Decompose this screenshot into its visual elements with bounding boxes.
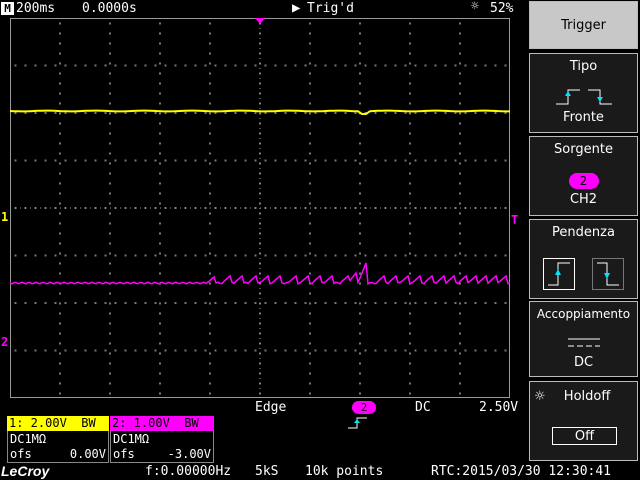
ch2-settings-box[interactable]: 2: 1.00V BW DC1MΩ ofs -3.00V xyxy=(110,416,214,463)
ch1-coupling: DC1MΩ xyxy=(10,432,47,446)
play-icon[interactable]: ▶ xyxy=(292,0,300,17)
ch2-header: 2: 1.00V BW xyxy=(110,416,214,431)
trigger-position-marker[interactable] xyxy=(255,18,265,24)
sorgente-badge: 2 xyxy=(568,173,599,189)
menu-title-trigger[interactable]: Trigger xyxy=(529,1,638,49)
ch1-ofs-label: ofs xyxy=(10,447,32,461)
knob-icon: ☼ xyxy=(534,389,546,404)
trigger-type: Edge xyxy=(255,400,287,415)
trigger-info-row: Edge DC 2.50V xyxy=(0,400,528,429)
menu-accoppiamento-button[interactable]: Accoppiamento DC xyxy=(529,301,638,377)
trigger-menu: Trigger Tipo Fronte Sorgente 2 CH2 Pende… xyxy=(528,0,640,463)
ch2-ofs-value: -3.00V xyxy=(167,447,211,461)
ch2-ofs-label: ofs xyxy=(113,447,135,461)
accoppiamento-label: Accoppiamento xyxy=(536,307,631,321)
ch1-settings-box[interactable]: 1: 2.00V BW DC1MΩ ofs 0.00V xyxy=(7,416,109,463)
sorgente-label: Sorgente xyxy=(554,142,613,157)
dc-coupling-icon xyxy=(530,337,637,353)
timebase-readout[interactable]: 200ms xyxy=(16,0,55,17)
holdoff-label: Holdoff xyxy=(563,389,611,404)
oscilloscope-screen: M 200ms 0.0000s ▶ Trig'd ☼ 52% 1 2 T Edg… xyxy=(0,0,640,480)
holdoff-value: Off xyxy=(552,427,617,445)
waveform-display[interactable] xyxy=(10,18,510,398)
delay-readout[interactable]: 0.0000s xyxy=(82,0,137,17)
sorgente-value: CH2 xyxy=(569,192,598,207)
battery-level: 52% xyxy=(490,1,514,16)
trigger-level-marker[interactable]: T xyxy=(511,213,518,227)
ch1-ofs-value: 0.00V xyxy=(69,447,106,461)
ch2-coupling: DC1MΩ xyxy=(113,432,150,446)
graticule xyxy=(10,18,510,398)
menu-tipo-button[interactable]: Tipo Fronte xyxy=(529,53,638,133)
status-bar: M 200ms 0.0000s ▶ Trig'd ☼ 52% xyxy=(0,0,528,17)
menu-pendenza-button[interactable]: Pendenza xyxy=(529,219,638,299)
edge-type-icon xyxy=(530,86,637,110)
ch2-offset-marker[interactable]: 2 xyxy=(1,335,8,349)
footer-bar: LeCroy f:0.00000Hz 5kS 10k points RTC:20… xyxy=(0,463,640,480)
menu-title-label: Trigger xyxy=(561,18,606,33)
tipo-label: Tipo xyxy=(569,59,598,74)
frequency-readout: f:0.00000Hz xyxy=(145,464,232,479)
record-length: 10k points xyxy=(305,464,384,479)
acquisition-mode-icon: M xyxy=(1,2,14,15)
pendenza-label: Pendenza xyxy=(552,225,615,240)
menu-holdoff-button[interactable]: ☼ Holdoff Off xyxy=(529,381,638,461)
trigger-level: 2.50V xyxy=(479,400,519,415)
trigger-source-badge: 2 xyxy=(352,401,376,414)
ch1-offset-marker[interactable]: 1 xyxy=(1,210,8,224)
falling-slope-icon[interactable] xyxy=(592,258,624,290)
brightness-icon: ☼ xyxy=(471,0,479,14)
brand-logo: LeCroy xyxy=(1,463,50,479)
rising-slope-icon[interactable] xyxy=(543,258,575,290)
sample-rate: 5kS xyxy=(255,464,279,479)
trigger-state: Trig'd xyxy=(307,1,354,16)
rtc-clock: RTC:2015/03/30 12:30:41 xyxy=(431,464,612,479)
tipo-value: Fronte xyxy=(563,110,604,125)
ch1-header: 1: 2.00V BW xyxy=(7,416,109,431)
trigger-coupling: DC xyxy=(415,400,431,415)
accoppiamento-value: DC xyxy=(573,355,594,370)
menu-sorgente-button[interactable]: Sorgente 2 CH2 xyxy=(529,136,638,216)
